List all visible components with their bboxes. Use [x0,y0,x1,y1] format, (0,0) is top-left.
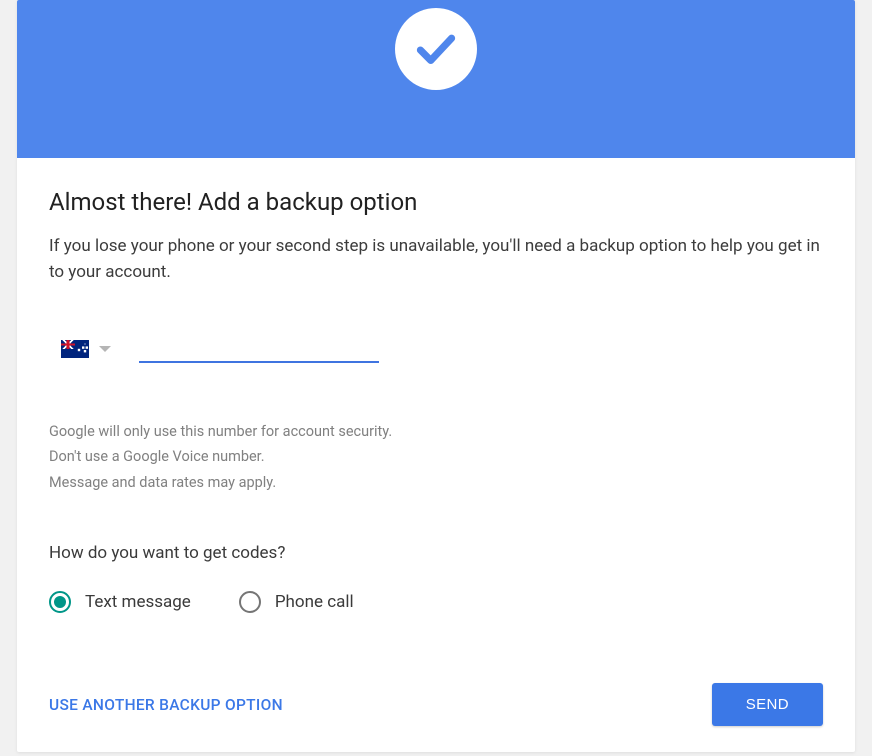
hint-line-1: Google will only use this number for acc… [49,419,823,444]
header-banner [17,0,855,158]
radio-group: Text message Phone call [49,591,823,613]
page-title: Almost there! Add a backup option [49,188,823,216]
hint-line-3: Message and data rates may apply. [49,470,823,495]
codes-heading: How do you want to get codes? [49,543,823,563]
hint-line-2: Don't use a Google Voice number. [49,444,823,469]
radio-label-text-message: Text message [85,592,191,612]
send-button[interactable]: SEND [712,683,823,726]
radio-phone-call[interactable]: Phone call [239,591,354,613]
phone-entry-row [49,335,823,363]
flag-australia-icon [61,340,89,358]
radio-text-message[interactable]: Text message [49,591,191,613]
radio-icon-unselected [239,591,261,613]
footer-row: USE ANOTHER BACKUP OPTION SEND [49,683,823,726]
phone-number-input[interactable] [139,335,379,363]
radio-label-phone-call: Phone call [275,592,354,612]
radio-icon-selected [49,591,71,613]
content-area: Almost there! Add a backup option If you… [17,158,855,752]
use-another-backup-link[interactable]: USE ANOTHER BACKUP OPTION [49,696,283,714]
description-text: If you lose your phone or your second st… [49,234,823,285]
country-selector[interactable] [61,340,111,358]
chevron-down-icon [99,346,111,352]
checkmark-icon [395,8,477,90]
hint-text-block: Google will only use this number for acc… [49,419,823,495]
backup-option-card: Almost there! Add a backup option If you… [17,0,855,752]
